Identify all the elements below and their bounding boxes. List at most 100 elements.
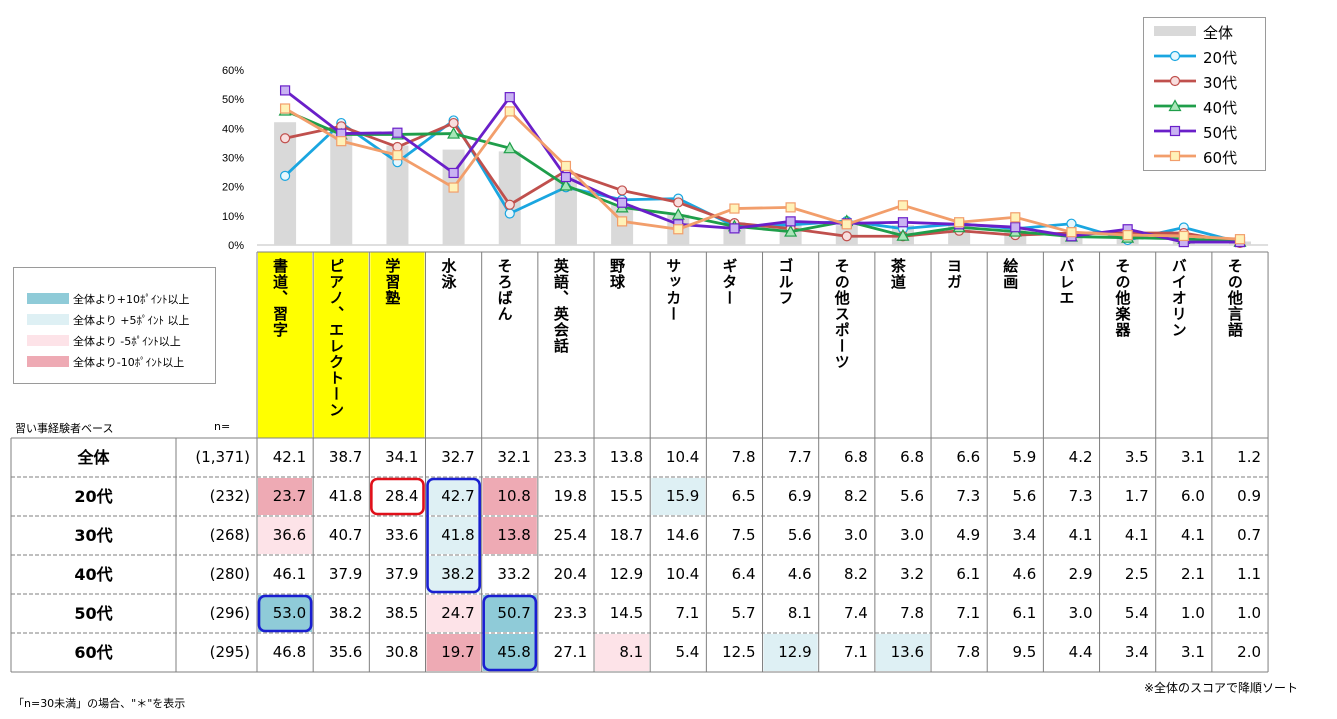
category-header: 茶道 xyxy=(875,252,931,438)
cell-value: 4.9 xyxy=(956,526,981,544)
cell-value: 4.1 xyxy=(1181,526,1205,544)
cell-value: 23.3 xyxy=(553,448,587,466)
table-cell: 45.8 xyxy=(482,633,538,672)
cell-value: 8.1 xyxy=(787,604,812,622)
table-cell: 12.9 xyxy=(594,555,650,594)
cell-value: 12.9 xyxy=(609,565,644,583)
legend-item: 30代 xyxy=(1144,69,1265,94)
legend-item: 60代 xyxy=(1144,144,1265,169)
table-cell: 1.7 xyxy=(1100,477,1156,516)
table-cell: 7.3 xyxy=(931,477,987,516)
table-cell: 14.5 xyxy=(594,594,650,633)
cell-value: 14.6 xyxy=(665,526,700,544)
y-tick-label: 40% xyxy=(222,123,244,135)
point-30代-10 xyxy=(841,231,852,242)
point-60代-15 xyxy=(1122,229,1133,241)
table-cell: 7.8 xyxy=(875,594,931,633)
point-50代-0 xyxy=(279,85,291,96)
cell-value: 6.4 xyxy=(731,565,756,583)
cell-value: 6.6 xyxy=(956,448,981,466)
cell-value: 7.3 xyxy=(956,487,981,505)
table-cell: 23.3 xyxy=(538,594,594,633)
table-cell: 35.6 xyxy=(313,633,369,672)
legend-swatch xyxy=(1154,125,1196,137)
row-n: (296) xyxy=(209,604,250,622)
cell-value: 33.6 xyxy=(385,526,419,544)
cell-value: 2.5 xyxy=(1124,565,1149,583)
highlight-swatch xyxy=(27,356,69,367)
point-60代-0 xyxy=(279,103,291,114)
table-cell: 8.2 xyxy=(819,555,875,594)
point-30代-6 xyxy=(617,185,628,196)
cell-value: 1.0 xyxy=(1237,604,1262,622)
table-cell: 3.0 xyxy=(875,516,931,555)
cell-value: 15.5 xyxy=(609,487,644,505)
category-label: バレエ xyxy=(1057,258,1076,306)
series-legend: 全体 20代 30代 40代 50代 60代 xyxy=(1143,17,1266,171)
cell-value: 23.7 xyxy=(272,487,307,505)
table-cell: 13.8 xyxy=(482,516,538,555)
y-tick-label: 50% xyxy=(222,94,244,106)
cell-value: 0.7 xyxy=(1237,526,1262,544)
category-header: ピアノ、エレクトーン xyxy=(313,252,369,438)
cell-value: 4.6 xyxy=(1012,565,1037,583)
row-label: 40代 xyxy=(74,565,113,584)
highlight-legend-item: 全体より+10ﾎﾟｲﾝﾄ以上 xyxy=(14,290,214,308)
row-label: 20代 xyxy=(74,487,113,506)
table-cell: 2.5 xyxy=(1100,555,1156,594)
cell-value: 3.0 xyxy=(900,526,925,544)
point-50代-5 xyxy=(560,171,572,183)
cell-value: 19.7 xyxy=(441,643,475,661)
table-cell: 4.6 xyxy=(987,555,1043,594)
cell-value: 7.8 xyxy=(956,643,981,661)
footnote-left: 「n=30未満」の場合、"＊"を表示 xyxy=(13,697,186,710)
table-cell: 41.8 xyxy=(313,477,369,516)
cell-value: 3.1 xyxy=(1181,448,1205,466)
table-cell: 10.8 xyxy=(482,477,538,516)
cell-value: 4.4 xyxy=(1068,643,1093,661)
table-cell: 6.8 xyxy=(819,438,875,477)
table-cell: 2.9 xyxy=(1043,555,1099,594)
cell-value: 27.1 xyxy=(553,643,587,661)
y-tick-label: 10% xyxy=(222,211,244,223)
category-label: 茶道 xyxy=(888,258,907,290)
table-cell: 25.4 xyxy=(538,516,594,555)
cell-value: 6.8 xyxy=(900,448,925,466)
point-60代-16 xyxy=(1178,230,1189,242)
row-n: (280) xyxy=(209,565,250,583)
cell-value: 28.4 xyxy=(385,487,419,505)
table-cell: 8.1 xyxy=(763,594,819,633)
cell-value: 15.9 xyxy=(665,487,700,505)
cell-value: 7.8 xyxy=(900,604,925,622)
table-cell: 6.5 xyxy=(706,477,762,516)
cell-value: 6.5 xyxy=(731,487,756,505)
legend-swatch xyxy=(1154,75,1196,87)
point-60代-4 xyxy=(504,106,515,117)
point-30代-0 xyxy=(279,133,291,144)
cell-value: 2.1 xyxy=(1181,565,1205,583)
highlight-swatch xyxy=(27,335,69,346)
point-60代-17 xyxy=(1234,234,1246,245)
table-cell: 41.8 xyxy=(426,516,482,555)
cell-value: 23.3 xyxy=(553,604,587,622)
series-line-60代 xyxy=(284,107,1241,241)
cell-value: 4.1 xyxy=(1124,526,1149,544)
point-60代-8 xyxy=(729,203,740,214)
cell-value: 46.1 xyxy=(272,565,307,583)
table-cell: 6.9 xyxy=(763,477,819,516)
legend-swatch xyxy=(1154,26,1196,36)
table-cell: 3.1 xyxy=(1156,438,1212,477)
cell-value: 7.1 xyxy=(675,604,700,622)
point-60代-1 xyxy=(336,136,347,147)
table-cell: 7.5 xyxy=(706,516,762,555)
table-cell: 13.6 xyxy=(875,633,931,672)
cell-value: 5.4 xyxy=(675,643,700,661)
category-header: そろばん xyxy=(482,252,538,438)
cell-value: 8.2 xyxy=(843,487,868,505)
category-label: その他言語 xyxy=(1225,258,1244,338)
category-label: 絵画 xyxy=(1001,258,1020,290)
point-60代-9 xyxy=(785,202,796,213)
cell-value: 13.6 xyxy=(890,643,925,661)
table-cell: 5.7 xyxy=(706,594,762,633)
cell-value: 42.7 xyxy=(441,487,475,505)
